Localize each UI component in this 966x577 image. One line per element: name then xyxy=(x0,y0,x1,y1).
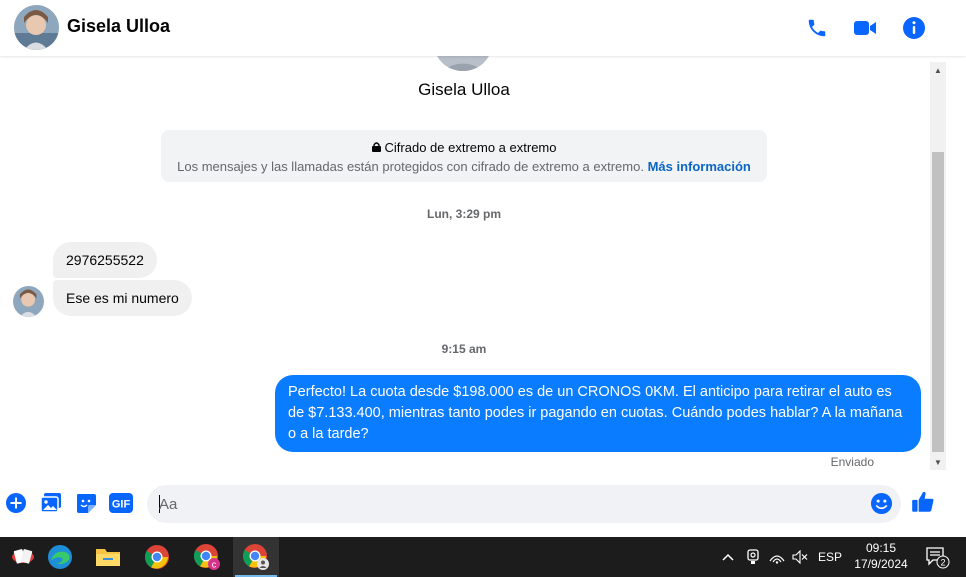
header-contact-name[interactable]: Gisela Ulloa xyxy=(67,16,170,37)
encryption-subtitle-text: Los mensajes y las llamadas están proteg… xyxy=(177,159,644,174)
chrome-active-icon[interactable] xyxy=(233,537,279,577)
show-hidden-icons-chevron-icon[interactable] xyxy=(718,537,738,577)
encryption-title-text: Cifrado de extremo a extremo xyxy=(384,140,557,155)
scroll-up-arrow-icon[interactable]: ▲ xyxy=(930,62,946,78)
like-icon[interactable] xyxy=(910,489,936,515)
language-indicator[interactable]: ESP xyxy=(814,537,846,577)
more-info-link[interactable]: Más información xyxy=(648,159,751,174)
camera-privacy-icon[interactable] xyxy=(742,537,764,577)
gif-label: GIF xyxy=(112,499,131,511)
lock-icon xyxy=(371,140,381,155)
file-explorer-icon[interactable] xyxy=(85,537,131,577)
message-composer: GIF xyxy=(0,480,966,530)
outgoing-message[interactable]: Perfecto! La cuota desde $198.000 es de … xyxy=(275,375,921,452)
conversation-area[interactable]: Gisela Ulloa Cifrado de extremo a extrem… xyxy=(0,56,930,476)
chat-header: Gisela Ulloa xyxy=(0,0,966,56)
encryption-notice: Cifrado de extremo a extremo Los mensaje… xyxy=(161,130,767,182)
volume-muted-icon[interactable] xyxy=(789,537,811,577)
plus-icon[interactable] xyxy=(3,490,29,516)
incoming-message[interactable]: Ese es mi numero xyxy=(53,280,192,316)
wifi-icon[interactable] xyxy=(766,537,788,577)
system-clock[interactable]: 09:15 17/9/2024 xyxy=(845,540,917,572)
edge-icon[interactable] xyxy=(37,537,83,577)
message-input[interactable] xyxy=(159,485,859,523)
clock-time: 09:15 xyxy=(865,541,897,555)
gif-icon[interactable]: GIF xyxy=(108,490,134,516)
scroll-down-arrow-icon[interactable]: ▼ xyxy=(930,454,946,470)
chrome-profile-icon[interactable]: c xyxy=(184,537,230,577)
contact-name: Gisela Ulloa xyxy=(418,80,510,99)
encryption-subtitle: Los mensajes y las llamadas están proteg… xyxy=(161,159,767,174)
notification-count: 2 xyxy=(940,558,945,568)
chrome-icon[interactable] xyxy=(134,537,180,577)
video-camera-icon[interactable] xyxy=(851,14,879,42)
timestamp: Lun, 3:29 pm xyxy=(426,207,501,221)
avatar[interactable] xyxy=(14,5,59,50)
scrollbar-thumb[interactable] xyxy=(932,152,944,452)
scrollbar[interactable]: ▲ ▼ xyxy=(930,62,946,470)
clock-date: 17/9/2024 xyxy=(854,557,908,571)
taskbar: c ESP 09:15 17/9/2024 2 xyxy=(0,537,966,577)
messenger-window: Gisela Ulloa Gisela Ulloa Cifrado de ext… xyxy=(0,0,966,537)
phone-icon[interactable] xyxy=(803,14,831,42)
timestamp: 9:15 am xyxy=(441,342,487,356)
sender-avatar[interactable] xyxy=(13,286,44,317)
message-input-container[interactable] xyxy=(147,485,901,523)
sticker-icon[interactable] xyxy=(73,490,99,516)
svg-text:c: c xyxy=(212,560,217,570)
message-status: Enviado xyxy=(830,455,874,469)
emoji-icon[interactable] xyxy=(868,490,894,516)
incoming-message[interactable]: 2976255522 xyxy=(53,242,157,278)
encryption-title: Cifrado de extremo a extremo xyxy=(161,140,767,155)
contact-profile-picture xyxy=(434,56,492,71)
notification-center-icon[interactable]: 2 xyxy=(920,537,954,577)
image-icon[interactable] xyxy=(38,490,64,516)
info-icon[interactable] xyxy=(900,14,928,42)
